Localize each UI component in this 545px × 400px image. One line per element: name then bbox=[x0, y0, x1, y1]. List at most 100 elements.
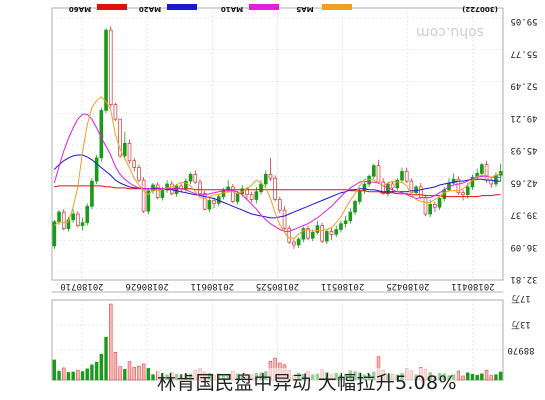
legend-label: MA5 bbox=[296, 5, 313, 13]
price-tick-label: 32.81 bbox=[510, 274, 537, 284]
candle-body bbox=[480, 164, 484, 174]
volume-bar bbox=[498, 371, 503, 381]
candle-body bbox=[494, 174, 498, 185]
candle-body bbox=[428, 203, 432, 215]
candle-body bbox=[320, 225, 324, 242]
candle-body bbox=[193, 173, 198, 183]
legend-swatch bbox=[167, 4, 197, 10]
candle-body bbox=[310, 232, 315, 239]
volume-bar bbox=[456, 370, 461, 381]
candle-body bbox=[348, 211, 353, 222]
candle-body bbox=[188, 173, 193, 182]
candle-body bbox=[390, 183, 395, 189]
stock-code: (300722) bbox=[462, 5, 498, 13]
legend-label: MA10 bbox=[221, 5, 243, 13]
watermark-text: sohu.com bbox=[416, 24, 484, 40]
moving-average-lines bbox=[53, 96, 501, 239]
candle-body bbox=[437, 198, 442, 208]
date-tick-label: 20180411 bbox=[451, 281, 494, 291]
candle-body bbox=[174, 185, 179, 195]
watermark: sohu.com bbox=[416, 24, 484, 40]
candle-body bbox=[231, 186, 235, 202]
candle-body bbox=[433, 203, 437, 208]
candle-body bbox=[76, 213, 80, 226]
candle-body bbox=[334, 229, 339, 235]
candle-body bbox=[461, 192, 465, 196]
candle-body bbox=[273, 177, 277, 200]
price-tick-label: 36.09 bbox=[510, 242, 537, 252]
volume-bar bbox=[109, 303, 113, 381]
candle-body bbox=[282, 209, 287, 229]
volume-bar bbox=[99, 353, 104, 381]
candle-body bbox=[113, 104, 118, 120]
volume-bar bbox=[494, 374, 498, 381]
candle-body bbox=[184, 180, 188, 190]
date-tick-label: 20180525 bbox=[256, 281, 299, 291]
candle-body bbox=[160, 189, 165, 198]
candle-body bbox=[400, 171, 404, 181]
volume-bar bbox=[71, 371, 75, 381]
legend-swatch bbox=[249, 4, 279, 10]
volume-bar bbox=[80, 371, 85, 381]
date-tick-label: 20180511 bbox=[321, 281, 364, 291]
candle-body bbox=[90, 180, 94, 207]
date-tick-label: 20180611 bbox=[191, 281, 234, 291]
date-axis: 20180710 20180626 20180611 20180525 20180511… bbox=[60, 281, 494, 291]
date-tick-label: 20180710 bbox=[60, 281, 103, 291]
candle-body bbox=[249, 194, 254, 200]
candle-body bbox=[362, 183, 367, 192]
candle-body bbox=[85, 205, 90, 224]
candle-body bbox=[127, 143, 132, 162]
volume-bar bbox=[52, 359, 57, 381]
volume-bar bbox=[137, 365, 141, 381]
candle-body bbox=[339, 223, 343, 230]
news-headline: 林肯国民盘中异动 大幅拉升5.08% bbox=[157, 368, 457, 395]
stock-chart: MA5 MA10 MA20 MA60 (300722) 59.05 55.77 52.49 4… bbox=[51, 4, 538, 381]
legend-swatch bbox=[322, 4, 352, 10]
price-tick-label: 49.21 bbox=[510, 113, 537, 123]
candle-body bbox=[268, 173, 273, 179]
candle-body bbox=[123, 143, 127, 157]
volume-bar bbox=[480, 373, 484, 381]
volume-bar bbox=[76, 369, 80, 381]
candle-body bbox=[343, 220, 348, 225]
price-axis: 59.05 55.77 52.49 49.21 45.93 42.65 39.37 36.09… bbox=[510, 16, 537, 284]
volume-bar bbox=[132, 367, 136, 381]
volume-bar bbox=[104, 336, 108, 381]
volume-bar bbox=[57, 370, 61, 381]
candle-body bbox=[423, 197, 428, 215]
candle-body bbox=[259, 183, 263, 193]
volume-bar bbox=[470, 373, 475, 381]
candle-body bbox=[484, 164, 489, 181]
volume-bar bbox=[66, 372, 71, 381]
candle-body bbox=[376, 165, 381, 183]
candle-body bbox=[254, 191, 259, 200]
volume-bar bbox=[475, 374, 479, 381]
candle-body bbox=[404, 171, 409, 182]
candle-body bbox=[137, 167, 141, 181]
volume-tick-label: 88970 bbox=[507, 345, 534, 355]
candle-body bbox=[357, 190, 362, 202]
legend-label: MA60 bbox=[69, 5, 91, 13]
candle-body bbox=[235, 193, 240, 202]
candle-body bbox=[80, 222, 85, 226]
candle-body bbox=[263, 173, 268, 185]
volume-bar bbox=[118, 366, 122, 381]
candle-body bbox=[315, 225, 320, 233]
candle-body bbox=[207, 200, 212, 210]
candle-body bbox=[372, 165, 376, 177]
candle-body bbox=[292, 241, 296, 246]
candle-body bbox=[329, 231, 334, 235]
volume-bar bbox=[141, 363, 146, 381]
volume-bar bbox=[466, 372, 470, 381]
price-tick-label: 45.93 bbox=[510, 145, 537, 155]
candle-body bbox=[141, 179, 146, 212]
volume-bar bbox=[94, 361, 99, 381]
price-tick-label: 42.65 bbox=[510, 177, 537, 187]
candle-body bbox=[212, 200, 216, 204]
candle-body bbox=[108, 29, 113, 105]
volume-bar bbox=[62, 367, 66, 381]
candle-body bbox=[71, 213, 75, 221]
candle-body bbox=[353, 201, 357, 213]
candle-body bbox=[57, 211, 61, 223]
